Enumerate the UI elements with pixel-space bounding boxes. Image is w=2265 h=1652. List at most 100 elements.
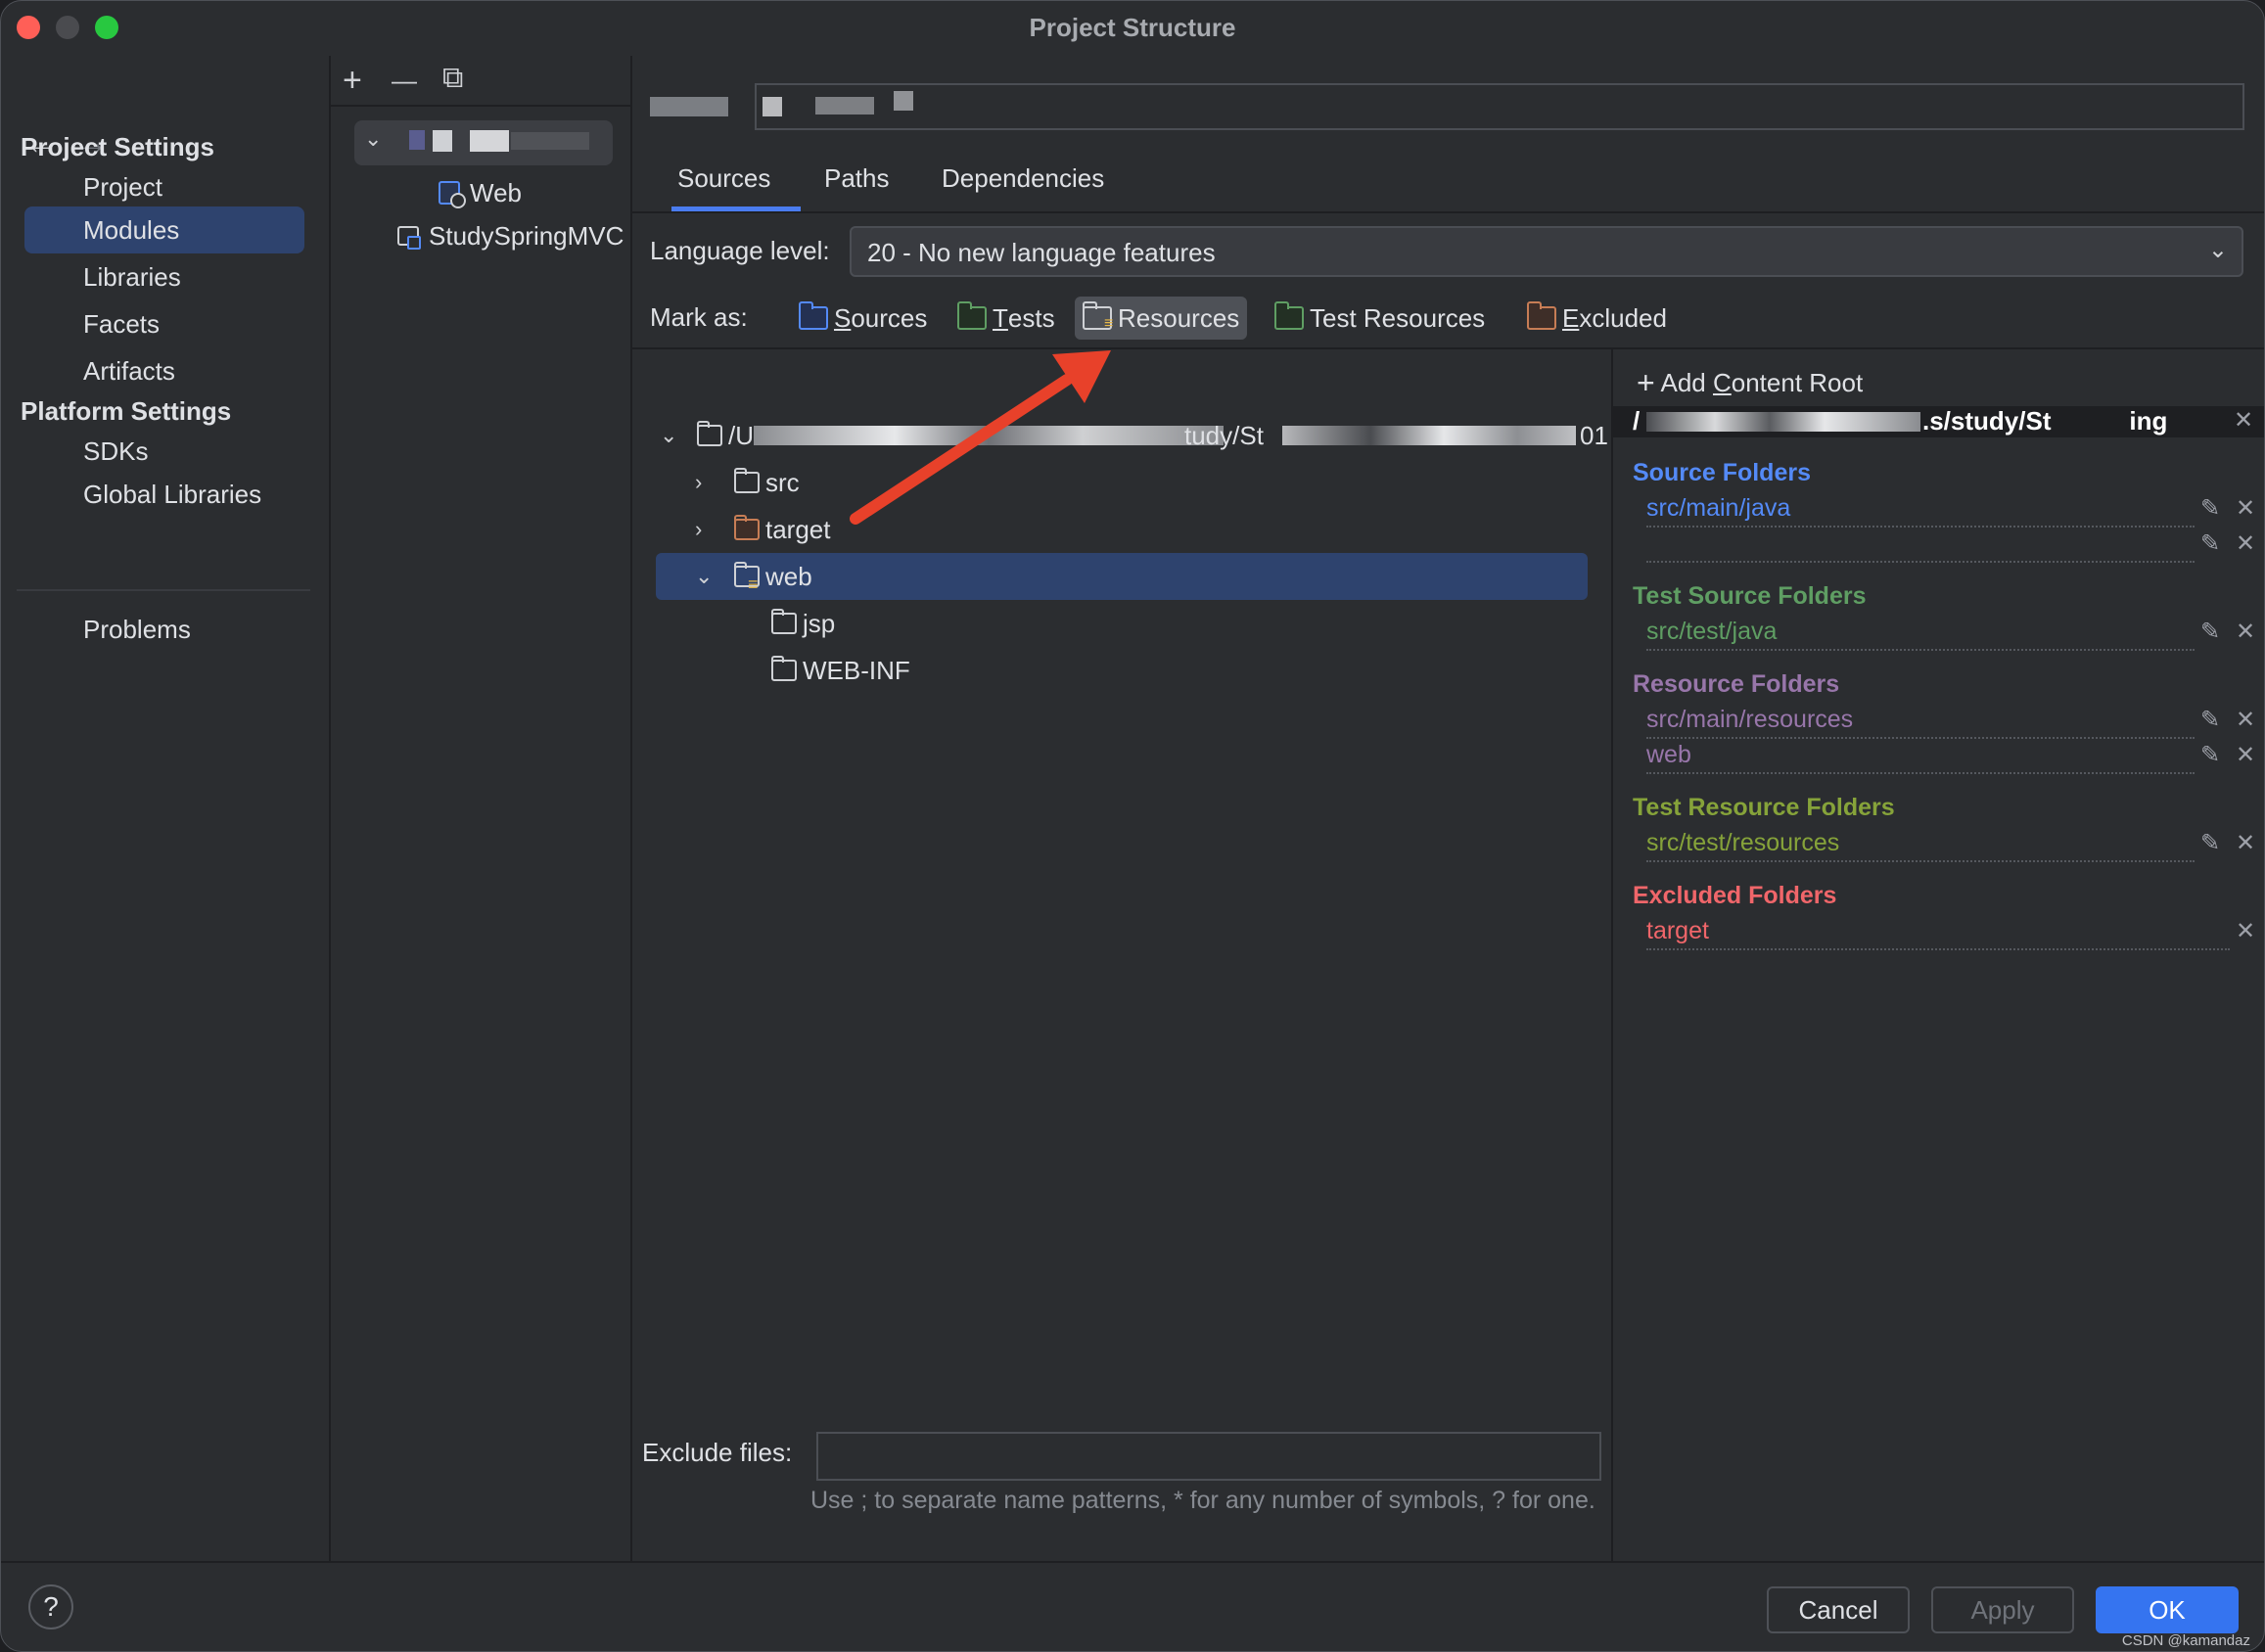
edit-pencil-icon[interactable]: ✎ xyxy=(2200,829,2220,857)
module-tree-item-studyspringmvc[interactable]: StudySpringMVC xyxy=(397,214,630,257)
sidebar-item-libraries[interactable]: Libraries xyxy=(24,253,304,300)
sidebar-item-sdks[interactable]: SDKs xyxy=(24,428,304,475)
edit-pencil-icon[interactable]: ✎ xyxy=(2200,529,2220,558)
remove-icon[interactable]: ✕ xyxy=(2236,706,2255,734)
excluded-folder-row[interactable]: target xyxy=(1646,915,2230,950)
root-path-obscured: /U xyxy=(728,421,754,450)
tree-row-web[interactable]: ⌄ ≡ web xyxy=(656,553,1588,600)
sidebar-item-global-libraries[interactable]: Global Libraries xyxy=(24,471,304,518)
settings-sidebar: ← → Project Settings Project Modules Lib… xyxy=(1,56,331,1561)
sidebar-item-modules[interactable]: Modules xyxy=(24,206,304,253)
chevron-down-icon[interactable]: ⌄ xyxy=(364,126,382,152)
globe-icon xyxy=(450,193,466,208)
sidebar-item-artifacts[interactable]: Artifacts xyxy=(24,347,304,394)
watermark: CSDN @kamandaz xyxy=(2121,1632,2250,1649)
remove-icon[interactable]: ✕ xyxy=(2236,618,2255,646)
obscured-module-name xyxy=(409,130,425,150)
edit-pencil-icon[interactable]: ✎ xyxy=(2200,618,2220,646)
source-folder-row-empty[interactable] xyxy=(1646,528,2195,563)
test-source-folder-row[interactable]: src/test/java xyxy=(1646,616,2195,651)
module-tree-row-selected[interactable]: ⌄ xyxy=(354,120,613,165)
test-resources-folder-icon xyxy=(1274,301,1304,330)
resource-folder-row[interactable]: src/main/resources xyxy=(1646,704,2195,739)
module-content: Sources Paths Dependencies Language leve… xyxy=(632,56,2264,1561)
mark-as-excluded-button[interactable]: Excluded xyxy=(1519,297,1675,340)
source-folders-header: Source Folders xyxy=(1633,459,1811,486)
remove-icon[interactable]: ✕ xyxy=(2236,917,2255,945)
module-name-field[interactable] xyxy=(755,83,2244,130)
remove-content-root-icon[interactable]: ✕ xyxy=(2234,406,2253,435)
language-level-select[interactable]: 20 - No new language features ⌄ xyxy=(850,226,2243,277)
test-source-folders-header: Test Source Folders xyxy=(1633,582,1867,610)
test-resource-folders-header: Test Resource Folders xyxy=(1633,794,1895,821)
add-content-root-button[interactable]: + Add Content Root xyxy=(1637,363,1863,400)
resource-folders-header: Resource Folders xyxy=(1633,670,1840,698)
content-root-tree: ⌄ /U tudy/St 01 › src › target ⌄ ≡ web j… xyxy=(632,349,1611,1426)
content-root-panel: + Add Content Root / .s/study/St ing ✕ S… xyxy=(1611,349,2264,1561)
tree-row-target[interactable]: › target xyxy=(656,506,1588,553)
exclude-files-input[interactable] xyxy=(816,1432,1601,1481)
add-icon: + xyxy=(1637,365,1655,400)
sources-folder-icon xyxy=(799,301,828,330)
resource-folder-row[interactable]: web xyxy=(1646,739,2195,774)
chevron-down-icon[interactable]: ⌄ xyxy=(695,553,713,600)
name-label-obscured xyxy=(650,97,728,116)
mark-as-tests-button[interactable]: Tests xyxy=(949,297,1063,340)
tree-row-jsp[interactable]: jsp xyxy=(656,600,1588,647)
mark-as-label: Mark as: xyxy=(650,302,748,332)
edit-pencil-icon[interactable]: ✎ xyxy=(2200,706,2220,734)
tab-dependencies[interactable]: Dependencies xyxy=(942,163,1104,194)
chevron-down-icon[interactable]: ⌄ xyxy=(660,412,677,459)
apply-button[interactable]: Apply xyxy=(1931,1586,2074,1633)
tab-paths[interactable]: Paths xyxy=(824,163,890,194)
source-folder-row[interactable]: src/main/java xyxy=(1646,492,2195,528)
help-button[interactable]: ? xyxy=(28,1584,73,1629)
copy-icon[interactable]: ⧉ xyxy=(442,62,463,95)
test-resource-folder-row[interactable]: src/test/resources xyxy=(1646,827,2195,862)
folder-icon xyxy=(734,468,760,493)
cancel-button[interactable]: Cancel xyxy=(1767,1586,1910,1633)
sidebar-item-facets[interactable]: Facets xyxy=(24,300,304,347)
chevron-right-icon[interactable]: › xyxy=(695,459,702,506)
sidebar-item-problems[interactable]: Problems xyxy=(24,606,304,653)
excluded-folder-icon xyxy=(734,515,760,540)
edit-pencil-icon[interactable]: ✎ xyxy=(2200,741,2220,769)
chevron-right-icon[interactable]: › xyxy=(695,506,702,553)
project-settings-header: Project Settings xyxy=(21,132,214,161)
remove-icon[interactable]: — xyxy=(392,66,417,96)
platform-settings-header: Platform Settings xyxy=(21,396,232,426)
exclude-files-label: Exclude files: xyxy=(642,1438,793,1467)
tree-row-src[interactable]: › src xyxy=(656,459,1588,506)
dialog-footer: ? Cancel Apply OK CSDN @kamandaz xyxy=(1,1561,2264,1651)
window-title: Project Structure xyxy=(1029,13,1236,42)
mark-as-resources-button[interactable]: ≡ Resources xyxy=(1075,297,1248,340)
mark-as-sources-button[interactable]: Sources xyxy=(791,297,935,340)
remove-icon[interactable]: ✕ xyxy=(2236,741,2255,769)
title-bar: Project Structure xyxy=(1,1,2264,56)
remove-icon[interactable]: ✕ xyxy=(2236,494,2255,523)
tree-row-root[interactable]: ⌄ /U tudy/St 01 xyxy=(656,412,1608,459)
remove-icon[interactable]: ✕ xyxy=(2236,829,2255,857)
tree-row-web-inf[interactable]: WEB-INF xyxy=(656,647,1588,694)
remove-icon[interactable]: ✕ xyxy=(2236,529,2255,558)
language-level-value: 20 - No new language features xyxy=(867,238,1216,267)
modules-toolbar: + — ⧉ xyxy=(331,56,630,107)
tests-folder-icon xyxy=(957,301,987,330)
project-structure-dialog: Project Structure ← → Project Settings P… xyxy=(0,0,2265,1652)
tabs-divider xyxy=(632,211,2264,213)
mark-as-test-resources-button[interactable]: Test Resources xyxy=(1267,297,1493,340)
sidebar-item-project[interactable]: Project xyxy=(24,163,304,210)
content-root-header: / .s/study/St ing ✕ xyxy=(1613,406,2264,437)
sidebar-divider xyxy=(17,589,310,591)
excluded-folder-icon xyxy=(1527,301,1556,330)
ok-button[interactable]: OK xyxy=(2096,1586,2239,1633)
language-level-label: Language level: xyxy=(650,236,830,265)
exclude-files-hint: Use ; to separate name patterns, * for a… xyxy=(810,1487,1595,1514)
edit-pencil-icon[interactable]: ✎ xyxy=(2200,494,2220,523)
chevron-down-icon: ⌄ xyxy=(2207,237,2228,263)
add-icon[interactable]: + xyxy=(343,62,362,100)
tab-sources[interactable]: Sources xyxy=(677,163,770,194)
folder-icon xyxy=(771,656,797,681)
folder-icon xyxy=(697,421,722,446)
content-root-path-obscured xyxy=(1646,412,1920,432)
